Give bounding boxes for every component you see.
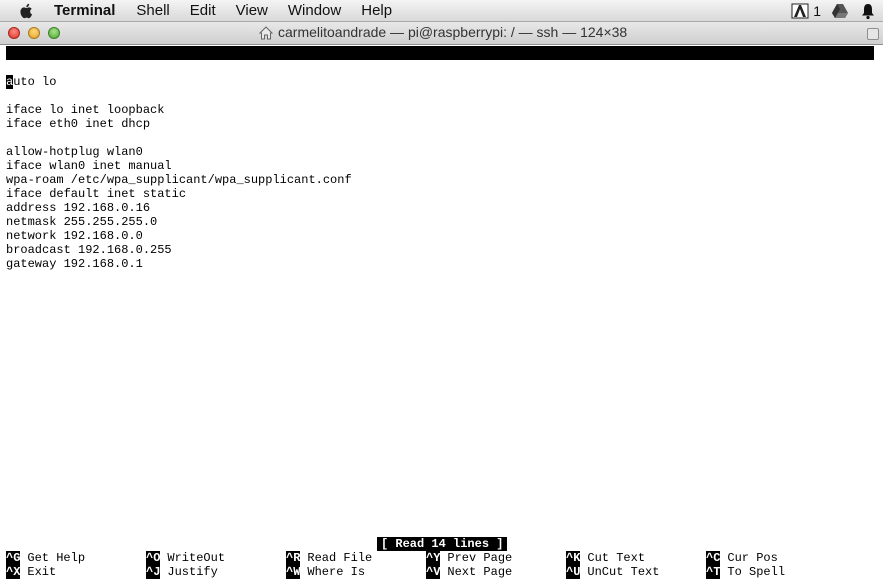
shortcut-key: ^O (146, 551, 161, 565)
window-title: carmelitoandrade — pi@raspberrypi: / — s… (278, 24, 628, 40)
editor-line[interactable]: iface eth0 inet dhcp (6, 117, 150, 131)
terminal-view[interactable]: GNU nano 2.2.6 File: /etc/network/interf… (0, 45, 883, 587)
menu-help[interactable]: Help (361, 2, 392, 19)
nano-shortcut: ^V Next Page (426, 565, 512, 579)
nano-shortcut: ^O WriteOut (146, 551, 225, 565)
nano-shortcut: ^T To Spell (706, 565, 785, 579)
window-title-bar: carmelitoandrade — pi@raspberrypi: / — s… (0, 22, 883, 45)
shortcut-label: Prev Page (447, 551, 513, 565)
shortcut-label: Cut Text (587, 551, 646, 565)
menu-bar: Terminal Shell Edit View Window Help 1 (0, 0, 883, 22)
editor-line[interactable]: gateway 192.168.0.1 (6, 257, 143, 271)
nano-shortcut: ^W Where Is (286, 565, 365, 579)
nano-shortcut: ^X Exit (6, 565, 56, 579)
menu-window[interactable]: Window (288, 2, 341, 19)
editor-line[interactable]: auto lo (6, 75, 56, 89)
shortcut-key: ^K (566, 551, 581, 565)
shortcut-key: ^G (6, 551, 21, 565)
shortcut-key: ^U (566, 565, 581, 579)
nano-shortcut: ^U UnCut Text (566, 565, 659, 579)
close-window-button[interactable] (8, 27, 20, 39)
shortcut-label: WriteOut (167, 551, 226, 565)
notification-bell-icon[interactable] (859, 2, 877, 20)
adobe-update-count: 1 (813, 3, 821, 19)
editor-line[interactable]: wpa-roam /etc/wpa_supplicant/wpa_supplic… (6, 173, 352, 187)
menu-extras: 1 (791, 0, 877, 22)
shortcut-label: Read File (307, 551, 373, 565)
nano-shortcut: ^C Cur Pos (706, 551, 778, 565)
nano-shortcut: ^R Read File (286, 551, 372, 565)
nano-file-label: File: /etc/network/interfaces (286, 74, 495, 88)
shortcut-key: ^W (286, 565, 301, 579)
editor-line[interactable]: netmask 255.255.255.0 (6, 215, 157, 229)
shortcut-key: ^C (706, 551, 721, 565)
zoom-window-button[interactable] (48, 27, 60, 39)
shortcut-label: Exit (27, 565, 57, 579)
editor-line-text: uto lo (13, 75, 57, 89)
nano-shortcut: ^Y Prev Page (426, 551, 512, 565)
shortcut-label: Justify (167, 565, 218, 579)
nano-shortcut: ^J Justify (146, 565, 218, 579)
minimize-window-button[interactable] (28, 27, 40, 39)
menu-shell[interactable]: Shell (136, 2, 169, 19)
shortcut-key: ^T (706, 565, 721, 579)
shortcut-label: Next Page (447, 565, 513, 579)
menu-view[interactable]: View (236, 2, 268, 19)
editor-line[interactable]: iface default inet static (6, 187, 186, 201)
editor-line[interactable]: iface lo inet loopback (6, 103, 164, 117)
editor-line[interactable]: allow-hotplug wlan0 (6, 145, 143, 159)
shortcut-label: UnCut Text (587, 565, 660, 579)
editor-line[interactable]: broadcast 192.168.0.255 (6, 243, 172, 257)
nano-shortcut: ^K Cut Text (566, 551, 645, 565)
shortcut-key: ^J (146, 565, 161, 579)
nano-shortcut: ^G Get Help (6, 551, 85, 565)
editor-line[interactable]: iface wlan0 inet manual (6, 159, 172, 173)
google-drive-icon[interactable] (831, 2, 849, 20)
home-folder-icon (258, 26, 274, 40)
shortcut-key: ^X (6, 565, 21, 579)
menu-terminal[interactable]: Terminal (54, 2, 115, 19)
shortcut-label: Where Is (307, 565, 366, 579)
shortcut-key: ^V (426, 565, 441, 579)
shortcut-label: Cur Pos (727, 551, 778, 565)
editor-line[interactable]: address 192.168.0.16 (6, 201, 150, 215)
nano-header: GNU nano 2.2.6 File: /etc/network/interf… (6, 46, 874, 88)
shortcut-label: To Spell (727, 565, 786, 579)
adobe-icon[interactable] (791, 2, 809, 20)
shortcut-label: Get Help (27, 551, 86, 565)
editor-line[interactable]: network 192.168.0.0 (6, 229, 143, 243)
shortcut-key: ^Y (426, 551, 441, 565)
nano-version: GNU nano 2.2.6 (20, 60, 121, 74)
shortcut-key: ^R (286, 551, 301, 565)
nano-status-message: [ Read 14 lines ] (377, 537, 508, 551)
menu-edit[interactable]: Edit (190, 2, 216, 19)
apple-icon[interactable] (18, 2, 36, 20)
toolbar-toggle-button[interactable] (867, 28, 879, 40)
